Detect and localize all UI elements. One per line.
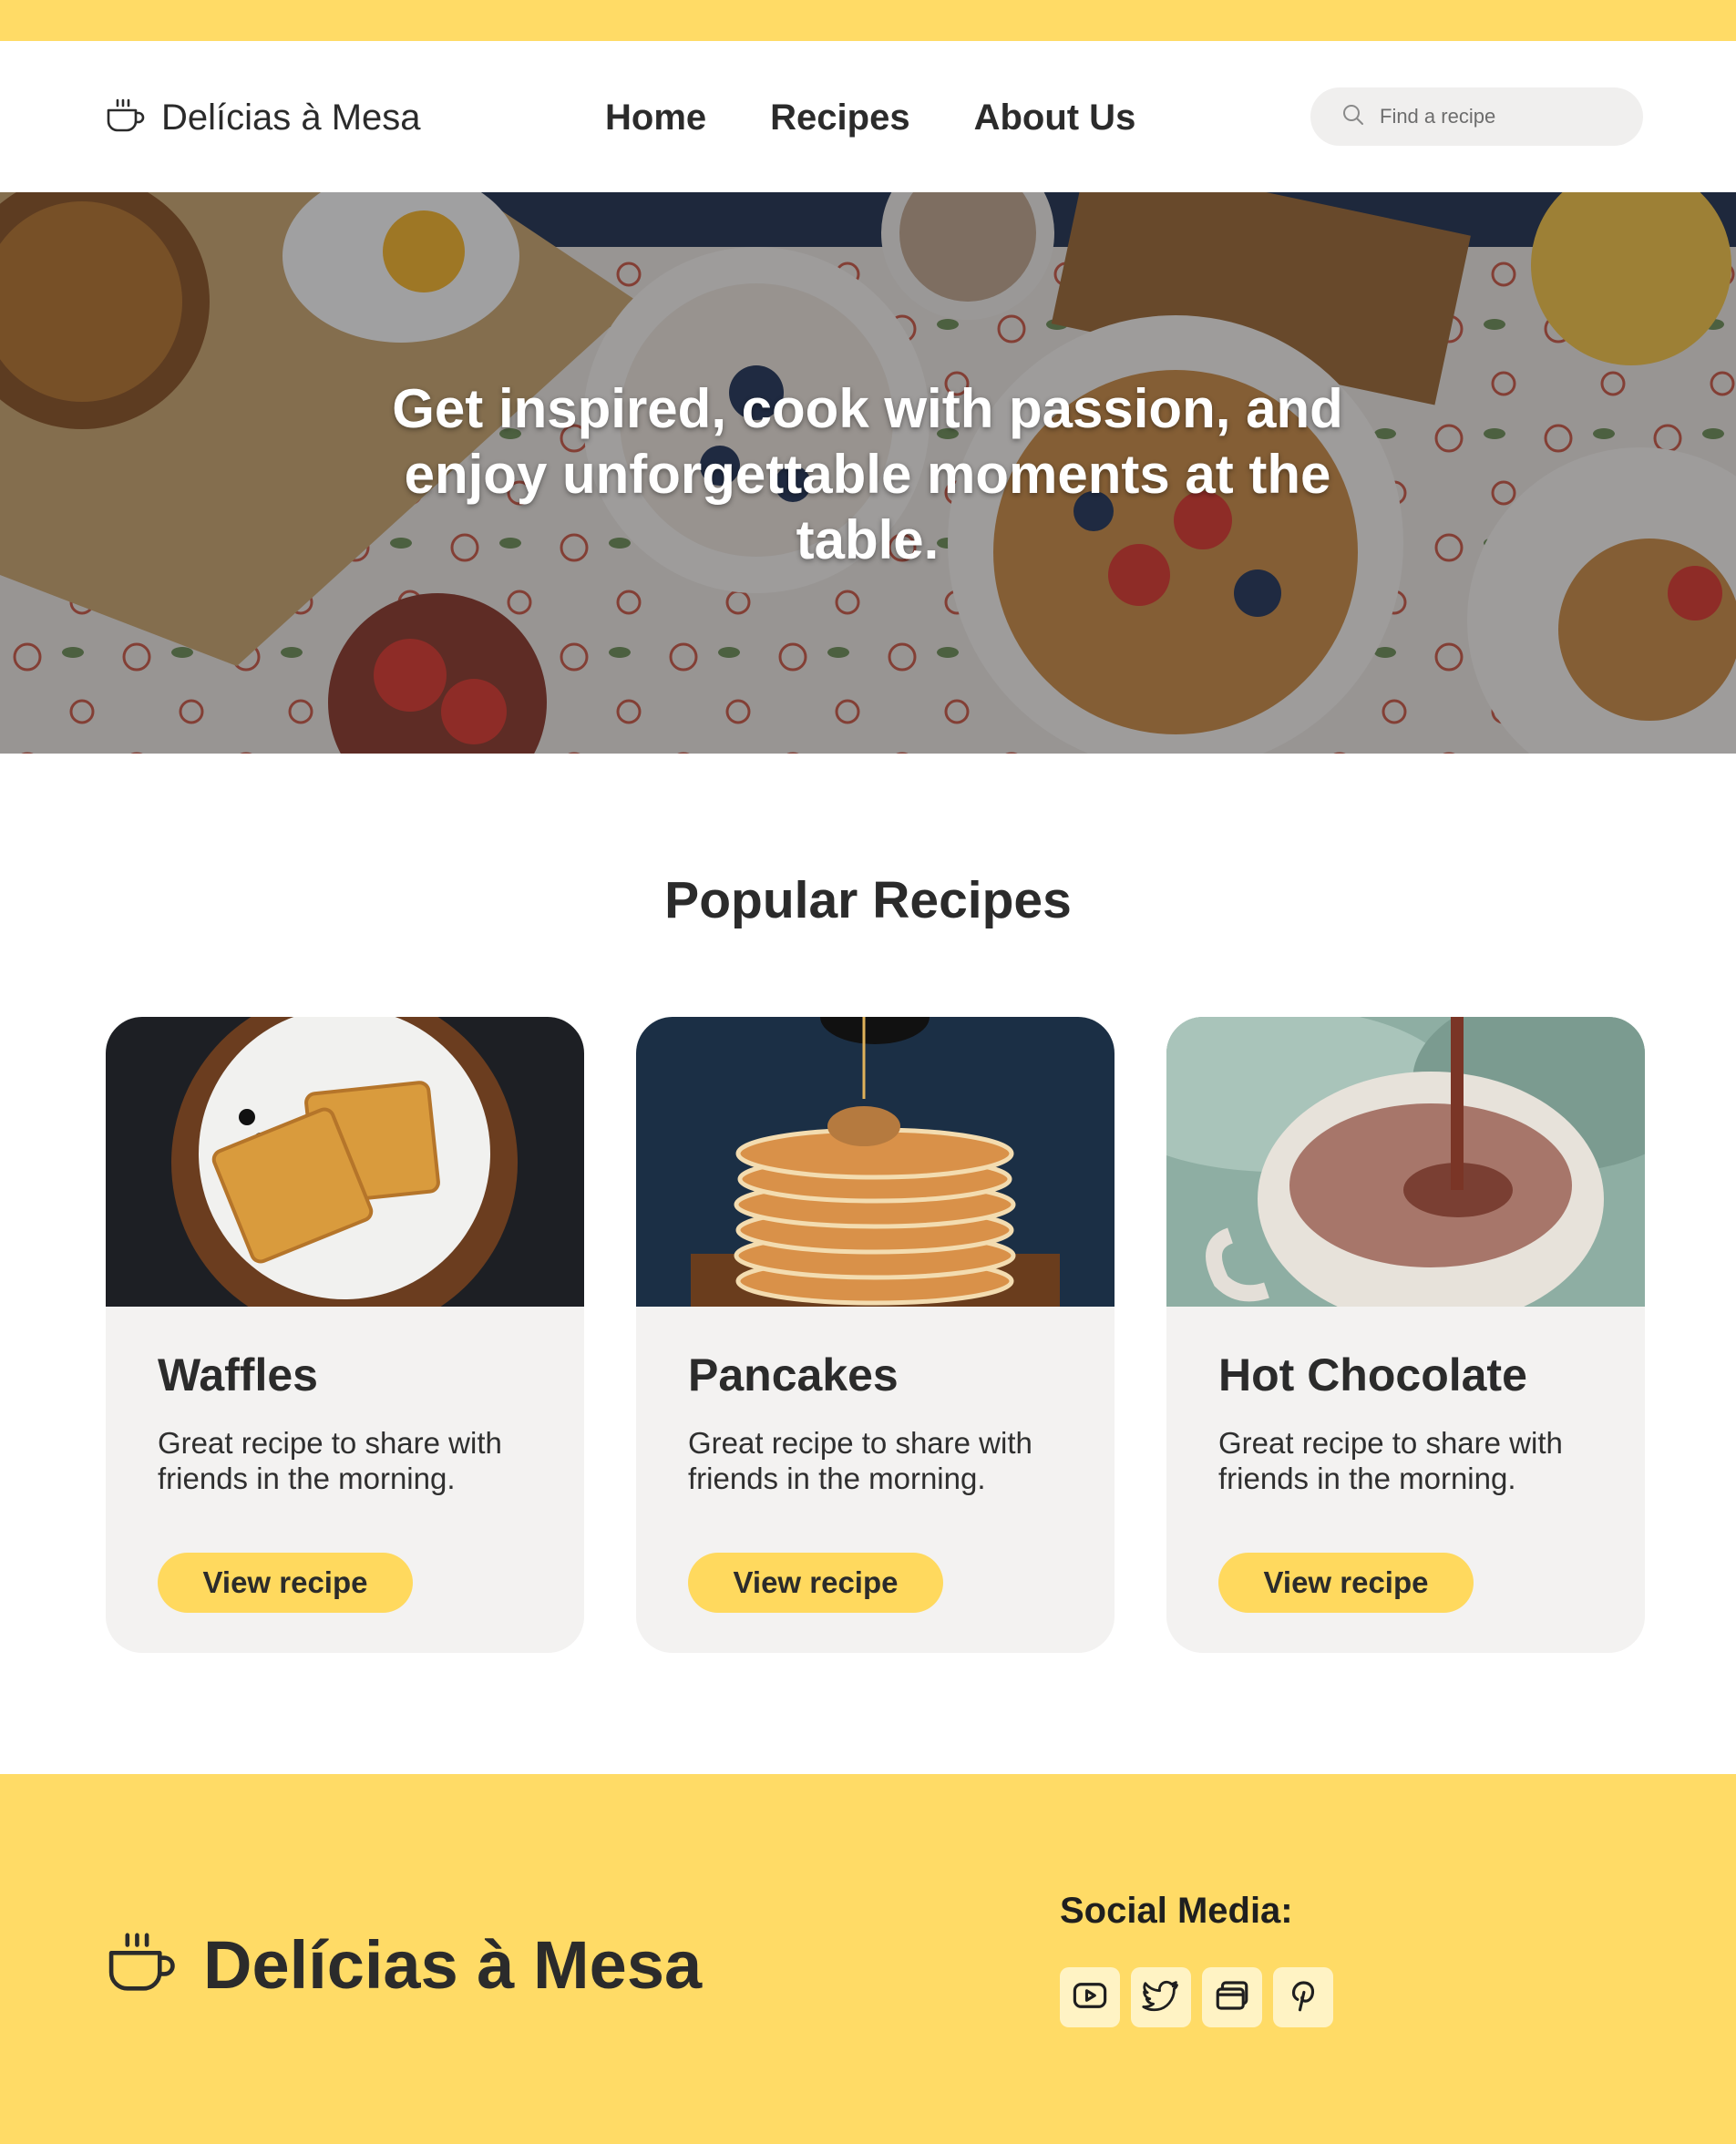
- nav-home[interactable]: Home: [605, 97, 706, 138]
- twitter-icon: [1142, 1976, 1180, 2019]
- recipe-card-waffles: Waffles Great recipe to share with frien…: [106, 1017, 584, 1653]
- hero-banner: Get inspired, cook with passion, and enj…: [0, 192, 1736, 754]
- recipe-cards: Waffles Great recipe to share with frien…: [106, 1017, 1645, 1653]
- recipe-card-hot-chocolate: Hot Chocolate Great recipe to share with…: [1166, 1017, 1645, 1653]
- search-input[interactable]: [1380, 105, 1635, 128]
- coffee-cup-icon: [105, 97, 145, 138]
- youtube-link[interactable]: [1060, 1967, 1120, 2027]
- brand-logo-link[interactable]: Delícias à Mesa: [105, 96, 421, 139]
- hot-chocolate-photo: [1166, 1017, 1645, 1307]
- hero-headline: Get inspired, cook with passion, and enj…: [392, 378, 1343, 570]
- nav-about-us[interactable]: About Us: [974, 97, 1136, 138]
- recipe-title: Hot Chocolate: [1218, 1349, 1527, 1400]
- view-recipe-button[interactable]: View recipe: [158, 1553, 413, 1613]
- pinterest-icon: [1284, 1976, 1322, 2019]
- social-icons: [1060, 1967, 1333, 2027]
- nav-recipes[interactable]: Recipes: [770, 97, 909, 138]
- recipe-description: Great recipe to share with friends in th…: [1218, 1426, 1563, 1495]
- footer-brand-link[interactable]: Delícias à Mesa: [105, 1926, 702, 2004]
- recipe-description: Great recipe to share with friends in th…: [688, 1426, 1032, 1495]
- coffee-cup-icon: [105, 1930, 176, 2000]
- browser-windows-icon: [1213, 1976, 1251, 2019]
- footer-brand-name: Delícias à Mesa: [203, 1927, 703, 2003]
- waffles-photo: [106, 1017, 584, 1307]
- recipe-title: Waffles: [158, 1349, 318, 1400]
- recipe-description: Great recipe to share with friends in th…: [158, 1426, 502, 1495]
- site-footer: Delícias à Mesa Social Media:: [0, 1774, 1736, 2144]
- view-recipe-button[interactable]: View recipe: [688, 1553, 943, 1613]
- site-header: Delícias à Mesa Home Recipes About Us: [0, 41, 1736, 192]
- pancakes-photo: [636, 1017, 1115, 1307]
- recipe-card-pancakes: Pancakes Great recipe to share with frie…: [636, 1017, 1115, 1653]
- search-icon: [1341, 103, 1365, 131]
- search-box[interactable]: [1310, 87, 1643, 146]
- top-accent-strip: [0, 0, 1736, 41]
- popular-recipes-title: Popular Recipes: [664, 871, 1072, 929]
- browser-link[interactable]: [1202, 1967, 1262, 2027]
- twitter-link[interactable]: [1131, 1967, 1191, 2027]
- youtube-icon: [1071, 1976, 1109, 2019]
- view-recipe-button[interactable]: View recipe: [1218, 1553, 1474, 1613]
- recipe-title: Pancakes: [688, 1349, 899, 1400]
- pinterest-link[interactable]: [1273, 1967, 1333, 2027]
- social-media-title: Social Media:: [1060, 1891, 1293, 1931]
- brand-name: Delícias à Mesa: [161, 97, 421, 138]
- main-nav: Home Recipes About Us: [605, 96, 1135, 139]
